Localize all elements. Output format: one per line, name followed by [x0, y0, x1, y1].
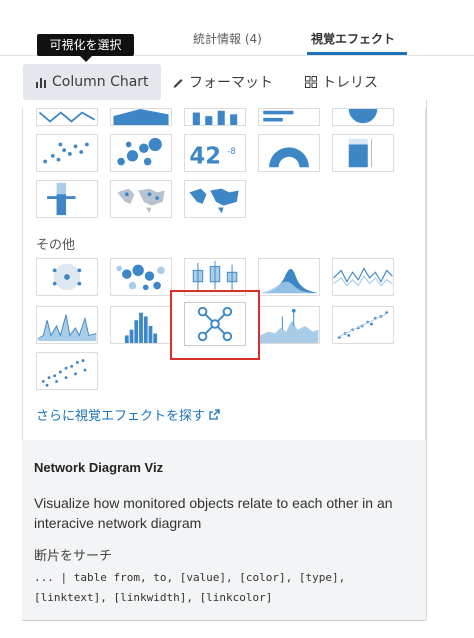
viz-thumb-density-curve[interactable] — [258, 258, 320, 296]
search-snippet: ... | table from, to, [value], [color], … — [34, 571, 352, 604]
trellis-button[interactable]: トレリス — [305, 64, 378, 100]
visualization-description: Network Diagram Viz Visualize how monito… — [22, 440, 426, 620]
viz-thumb-scatter-chart[interactable] — [36, 134, 98, 172]
viz-thumb-area-chart[interactable] — [110, 108, 172, 126]
viz-thumb-pie-chart[interactable] — [332, 108, 394, 126]
viz-thumb-multi-line[interactable] — [332, 258, 394, 296]
tab-visualization[interactable]: 視覚エフェクト — [311, 30, 395, 47]
viz-thumb-bubble-chart[interactable] — [110, 134, 172, 172]
viz-thumb-radial-gauge[interactable] — [258, 134, 320, 172]
explore-more-visualizations-link[interactable]: さらに視覚エフェクトを探す — [36, 405, 220, 424]
viz-thumb-column-chart[interactable] — [184, 108, 246, 126]
trellis-label: トレリス — [322, 75, 378, 91]
viz-thumb-horizon-chart[interactable] — [258, 306, 320, 344]
column-chart-icon — [36, 78, 46, 88]
description-body: Visualize how monitored objects relate t… — [34, 495, 393, 531]
viz-thumb-spike-chart[interactable] — [36, 306, 98, 344]
description-title: Network Diagram Viz — [34, 460, 164, 475]
other-section-title: その他 — [36, 238, 76, 253]
format-button[interactable]: フォーマット — [172, 64, 273, 100]
viz-thumb-parallel-scatter[interactable] — [36, 352, 98, 390]
viz-thumb-cluster-map[interactable] — [110, 180, 172, 218]
chart-type-button[interactable]: Column Chart — [23, 64, 161, 100]
visualization-toolbar: Column Chart フォーマット トレリス — [0, 64, 474, 100]
single-value-text: 42 — [189, 143, 221, 169]
viz-thumb-marker-gauge[interactable] — [36, 180, 98, 218]
search-snippet-heading: 断片をサーチ — [34, 549, 113, 564]
grid-icon — [305, 76, 317, 88]
format-label: フォーマット — [189, 75, 273, 91]
chart-type-label: Column Chart — [52, 74, 149, 90]
tooltip: 可視化を選択 — [37, 34, 134, 56]
viz-thumb-choropleth-map[interactable] — [184, 180, 246, 218]
more-link-label: さらに視覚エフェクトを探す — [36, 409, 206, 424]
external-link-icon — [209, 409, 220, 420]
active-tab-underline — [307, 52, 407, 55]
pencil-icon — [173, 79, 183, 88]
selected-viz-highlight — [170, 290, 260, 360]
viz-thumb-bar-chart[interactable] — [258, 108, 320, 126]
tooltip-arrow — [80, 56, 92, 62]
viz-thumb-punchcard[interactable] — [36, 258, 98, 296]
panel-edge — [426, 100, 427, 620]
tab-statistics[interactable]: 統計情報 (4) — [193, 30, 262, 47]
viz-thumb-scatter-trend[interactable] — [332, 306, 394, 344]
panel-bottom-border — [22, 620, 426, 621]
single-value-delta: -8 — [227, 147, 236, 157]
viz-thumb-histogram[interactable] — [110, 306, 172, 344]
viz-thumb-bubble-cluster[interactable] — [110, 258, 172, 296]
viz-thumb-filler-gauge[interactable] — [332, 134, 394, 172]
viz-thumb-line-chart[interactable] — [36, 108, 98, 126]
viz-thumb-single-value[interactable]: 42 -8 — [184, 134, 246, 172]
